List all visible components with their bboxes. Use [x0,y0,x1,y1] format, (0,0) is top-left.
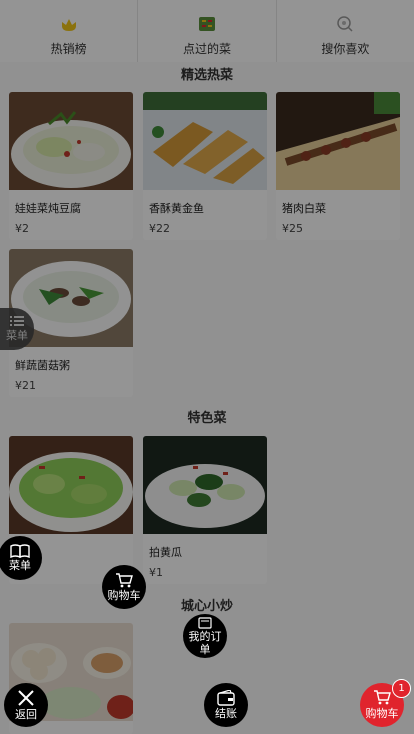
book-icon [10,544,30,558]
dish-card[interactable]: 猪肉白菜 ¥25 [276,92,400,240]
dish-image [9,436,133,534]
my-orders-label: 我的订单 [188,629,222,656]
dish-price: ¥21 [15,379,36,392]
dish-price: ¥2 [15,222,29,235]
tab-search-favorite-label: 搜你喜欢 [321,42,370,56]
dish-name: 猪肉白菜 [282,202,326,215]
tab-ordered-dishes[interactable]: 点过的菜 [138,0,277,62]
back-button[interactable]: 返回 [4,683,48,727]
cart-icon [116,573,133,588]
cart-button-label: 购物车 [365,707,399,720]
cart-count-badge: 1 [392,679,411,698]
wallet-icon [217,690,235,706]
bestseller-icon [61,19,76,31]
dish-name: 娃娃菜炖豆腐 [15,202,81,215]
list-icon [10,316,24,326]
dish-image [143,436,267,534]
tab-bestseller[interactable]: 热销榜 [0,0,139,62]
checkout-button[interactable]: 结账 [204,683,248,727]
checkout-button-label: 结账 [215,707,237,720]
dish-image [9,92,133,190]
cart-icon [374,690,391,705]
ordered-dishes-icon [198,17,215,31]
cart-fab[interactable]: 购物车 [102,565,146,609]
menu-page: 热销榜 点过的菜 搜你喜欢 精选热菜 娃娃菜炖豆腐 ¥2 香酥黄金鱼 ¥22 猪… [0,0,414,734]
dish-price: ¥1 [149,566,163,579]
dish-price: ¥22 [149,222,170,235]
top-navigation: 热销榜 点过的菜 搜你喜欢 [0,0,414,62]
tab-search-favorite[interactable]: 搜你喜欢 [277,0,414,62]
dish-name: 鲜蔬菌菇粥 [15,359,70,372]
tab-ordered-dishes-label: 点过的菜 [182,42,231,56]
back-button-label: 返回 [15,708,37,721]
section-title-featured-hot: 精选热菜 [180,68,233,83]
my-orders-button[interactable]: 我的订单 [183,614,227,658]
search-favorite-icon [337,16,353,32]
side-menu-tab-label: 菜单 [6,329,28,342]
section-title-specialty: 特色菜 [187,411,227,426]
dish-image [143,92,267,190]
dish-name: 香酥黄金鱼 [149,202,204,215]
dish-card[interactable]: 娃娃菜炖豆腐 ¥2 [9,92,133,240]
dish-image [276,92,400,190]
close-icon [18,690,34,706]
dish-price: ¥25 [282,222,303,235]
order-icon [198,616,212,629]
section-title-stir-fry: 城心小炒 [180,599,233,614]
menu-button[interactable]: 菜单 [0,536,42,580]
tab-bestseller-label: 热销榜 [50,42,87,56]
cart-fab-label: 购物车 [107,589,141,602]
dish-card[interactable]: 拍黄瓜 ¥1 [143,436,267,584]
dish-name: 拍黄瓜 [149,546,182,559]
dish-card[interactable]: 香酥黄金鱼 ¥22 [143,92,267,240]
menu-button-label: 菜单 [9,559,31,572]
